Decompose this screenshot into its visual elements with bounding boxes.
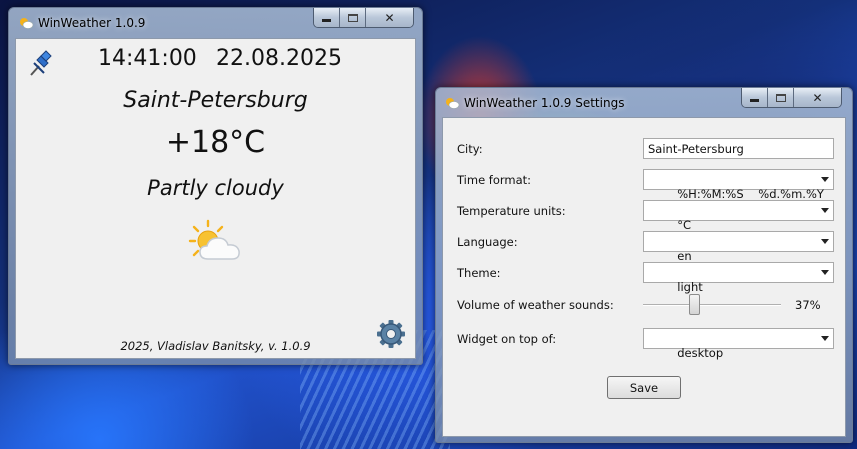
theme-select[interactable]: light	[643, 262, 834, 294]
clock-date: 22.08.2025	[216, 46, 342, 71]
clock-time: 14:41:00	[98, 46, 197, 71]
language-label: Language:	[457, 235, 518, 249]
volume-row: Volume of weather sounds: 37%	[443, 294, 845, 316]
time-format-label: Time format:	[457, 173, 532, 187]
maximize-button[interactable]	[768, 88, 794, 107]
language-row: Language: en	[443, 231, 845, 263]
temperature-units-label: Temperature units:	[457, 204, 566, 218]
close-icon: ✕	[384, 10, 395, 25]
on-top-row: Widget on top of: desktop	[443, 328, 845, 360]
settings-window-controls: ✕	[741, 88, 842, 108]
maximize-icon	[775, 93, 786, 102]
minimize-icon	[750, 99, 759, 102]
chevron-down-icon	[821, 239, 829, 244]
city-label: City:	[457, 142, 483, 156]
save-button[interactable]: Save	[607, 376, 681, 399]
on-top-value: desktop	[677, 346, 724, 360]
close-button[interactable]: ✕	[794, 88, 841, 107]
weather-app-icon	[20, 18, 34, 29]
temperature-units-value: °C	[677, 218, 692, 232]
settings-title: WinWeather 1.0.9 Settings	[464, 96, 625, 110]
city-row: City: Saint-Petersburg	[443, 138, 845, 160]
widget-window[interactable]: WinWeather 1.0.9 ✕ 14:41:00 22.08.2025 S…	[8, 7, 423, 365]
chevron-down-icon	[821, 177, 829, 182]
language-value: en	[677, 249, 692, 263]
time-format-row: Time format: %H:%M:%S %d.%m.%Y	[443, 169, 845, 201]
maximize-icon	[347, 13, 358, 22]
volume-slider-track[interactable]	[643, 304, 781, 306]
temperature-units-select[interactable]: °C	[643, 200, 834, 232]
time-format-value: %H:%M:%S %d.%m.%Y	[677, 187, 824, 201]
chevron-down-icon	[821, 270, 829, 275]
temperature-units-row: Temperature units: °C	[443, 200, 845, 232]
widget-title: WinWeather 1.0.9	[38, 16, 146, 30]
temperature: +18°C	[165, 125, 266, 160]
on-top-select[interactable]: desktop	[643, 328, 834, 360]
language-select[interactable]: en	[643, 231, 834, 263]
time-format-select[interactable]: %H:%M:%S %d.%m.%Y	[643, 169, 834, 201]
theme-label: Theme:	[457, 266, 501, 280]
minimize-icon	[322, 19, 331, 22]
minimize-button[interactable]	[742, 88, 768, 107]
close-icon: ✕	[812, 90, 823, 105]
on-top-label: Widget on top of:	[457, 332, 557, 346]
close-button[interactable]: ✕	[366, 8, 413, 27]
widget-window-controls: ✕	[313, 8, 414, 28]
chevron-down-icon	[821, 336, 829, 341]
theme-row: Theme: light	[443, 262, 845, 294]
weather-app-icon	[446, 98, 460, 109]
volume-label: Volume of weather sounds:	[457, 298, 614, 312]
city-input[interactable]: Saint-Petersburg	[643, 138, 834, 159]
settings-titlebar[interactable]: WinWeather 1.0.9 Settings ✕	[436, 88, 852, 118]
settings-window[interactable]: WinWeather 1.0.9 Settings ✕ City: Saint-…	[435, 87, 853, 443]
volume-value: 37%	[795, 298, 821, 312]
weather-condition: Partly cloudy	[147, 176, 284, 200]
maximize-button[interactable]	[340, 8, 366, 27]
widget-titlebar[interactable]: WinWeather 1.0.9 ✕	[9, 8, 422, 38]
city-name: Saint-Petersburg	[123, 88, 308, 113]
chevron-down-icon	[821, 208, 829, 213]
volume-slider-thumb[interactable]	[688, 294, 700, 315]
partly-cloudy-icon	[188, 219, 240, 260]
theme-value: light	[677, 280, 703, 294]
footer-credits: 2025, Vladislav Banitsky, v. 1.0.9	[120, 339, 311, 353]
settings-body: City: Saint-Petersburg Time format: %H:%…	[442, 117, 846, 437]
pushpin-icon[interactable]	[28, 48, 54, 78]
minimize-button[interactable]	[314, 8, 340, 27]
widget-body: 14:41:00 22.08.2025 Saint-Petersburg +18…	[15, 38, 416, 359]
